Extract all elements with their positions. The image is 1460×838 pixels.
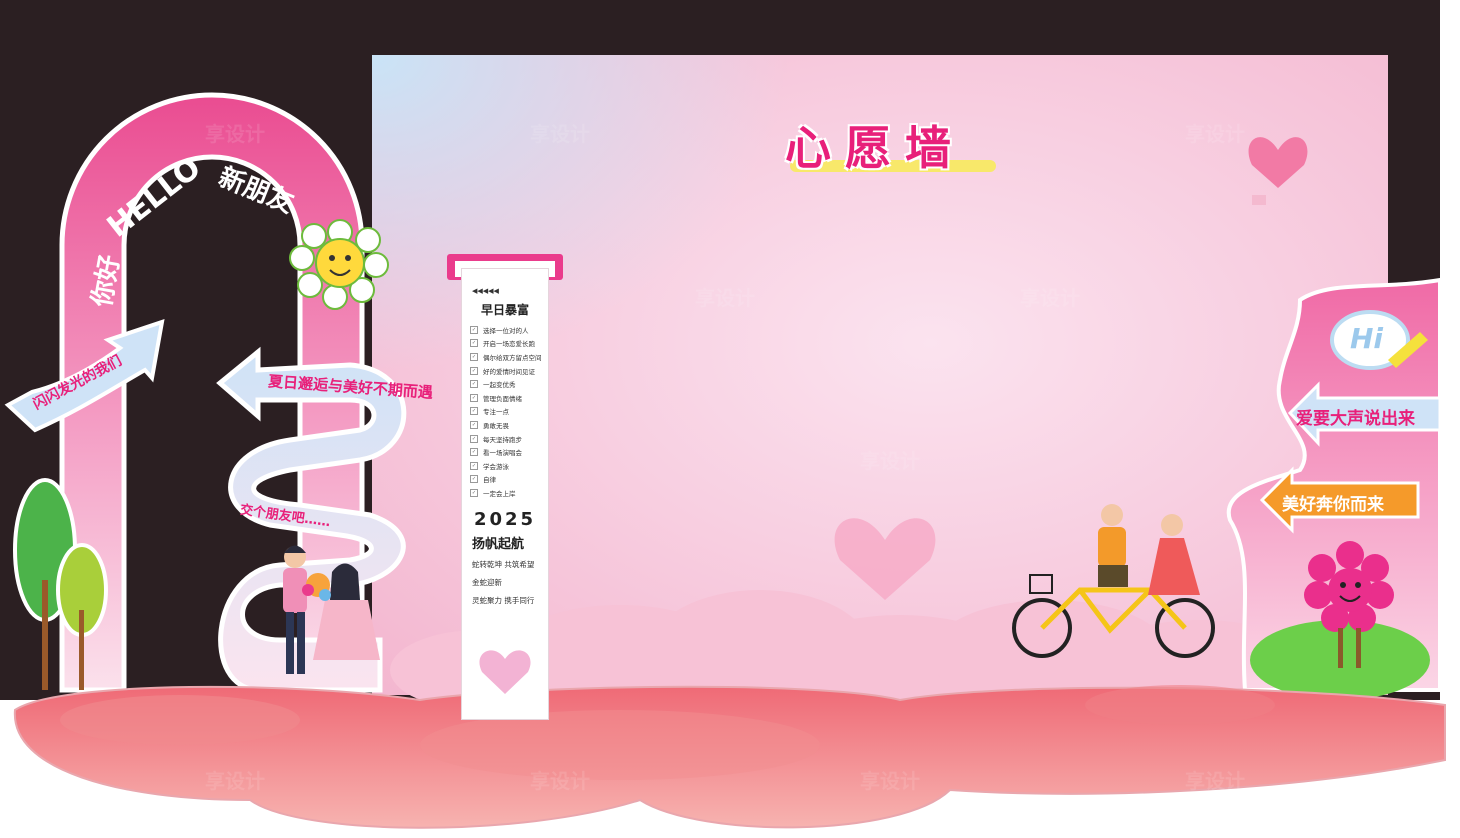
- checkbox-icon: ✓: [470, 434, 478, 443]
- heart-icon: [479, 650, 531, 694]
- watermark: 享设计: [530, 122, 590, 146]
- right-sign-1-label: 爱要大声说出来: [1296, 409, 1415, 429]
- list-item: ✓ 自律: [470, 475, 496, 485]
- list-item: ✓ 好的爱情时间见证: [470, 366, 535, 376]
- cloud-floor: [13, 685, 1446, 829]
- watermark: 享设计: [695, 286, 755, 310]
- scroll-line-2: 金蛇迎新: [472, 578, 502, 587]
- list-item: ✓ 偶尔给双方留点空间: [470, 352, 542, 362]
- scroll-arrows: ◀◀◀◀◀: [472, 287, 499, 295]
- list-item: ✓ 一定会上岸: [470, 488, 516, 498]
- watermark: 享设计: [1020, 286, 1080, 310]
- watermark: 享设计: [1185, 122, 1245, 146]
- list-item: ✓ 专注一点: [470, 407, 509, 417]
- watermark: 享设计: [530, 769, 590, 793]
- checkbox-icon: ✓: [470, 448, 478, 457]
- scroll-heading: 早日暴富: [480, 303, 529, 317]
- smiling-flower-icon: [289, 219, 389, 310]
- watermark: 享设计: [1185, 769, 1245, 793]
- list-item: ✓ 勇敢无畏: [470, 420, 509, 430]
- scroll-slogan: 扬帆起航: [472, 537, 525, 552]
- heart-icon: [834, 518, 936, 600]
- watermark: 享设计: [205, 122, 265, 146]
- scroll-line-3: 灵蛇聚力 携手同行: [472, 596, 535, 605]
- checkbox-icon: ✓: [470, 380, 478, 389]
- watermark: 享设计: [860, 769, 920, 793]
- list-item: ✓ 学会游泳: [470, 461, 509, 471]
- right-sign-2-label: 美好奔你而来: [1282, 495, 1384, 515]
- checkbox-icon: ✓: [470, 488, 478, 497]
- checkbox-icon: ✓: [470, 461, 478, 470]
- wish-scroll: ◀◀◀◀◀ 早日暴富 ✓ 选择一位对的人 ✓ 开启一场恋爱长跑 ✓ 偶尔给双方留点空间…: [461, 268, 549, 720]
- heart-balloon-icon: [1248, 137, 1308, 205]
- checkbox-icon: ✓: [470, 475, 478, 484]
- checkbox-icon: ✓: [470, 325, 478, 334]
- checkbox-icon: ✓: [470, 339, 478, 348]
- watermark: 享设计: [860, 449, 920, 473]
- scroll-line-1: 蛇转乾坤 共筑希望: [472, 560, 535, 569]
- list-item: ✓ 每天坚持跑步: [470, 434, 522, 444]
- checkbox-icon: ✓: [470, 352, 478, 361]
- list-item: ✓ 选择一位对的人: [470, 325, 529, 335]
- wish-checklist: ✓ 选择一位对的人 ✓ 开启一场恋爱长跑 ✓ 偶尔给双方留点空间 ✓ 好的爱情时间见证 …: [470, 323, 542, 500]
- list-item: ✓ 开启一场恋爱长跑: [470, 339, 535, 349]
- checkbox-icon: ✓: [470, 366, 478, 375]
- checkbox-icon: ✓: [470, 393, 478, 402]
- wish-wall-stage: 心愿墙 你好 HELLO 新朋友 闪闪发光的我们 夏日邂逅与美好不期而遇 交个朋…: [0, 0, 1460, 838]
- watermark: 享设计: [205, 769, 265, 793]
- scroll-year: 2025: [473, 509, 537, 530]
- list-item: ✓ 管理负面情绪: [470, 393, 522, 403]
- list-item: ✓ 看一场演唱会: [470, 448, 522, 458]
- checkbox-icon: ✓: [470, 420, 478, 429]
- list-item: ✓ 一起变优秀: [470, 380, 516, 390]
- hi-bubble-label: Hi: [1350, 322, 1384, 355]
- checkbox-icon: ✓: [470, 407, 478, 416]
